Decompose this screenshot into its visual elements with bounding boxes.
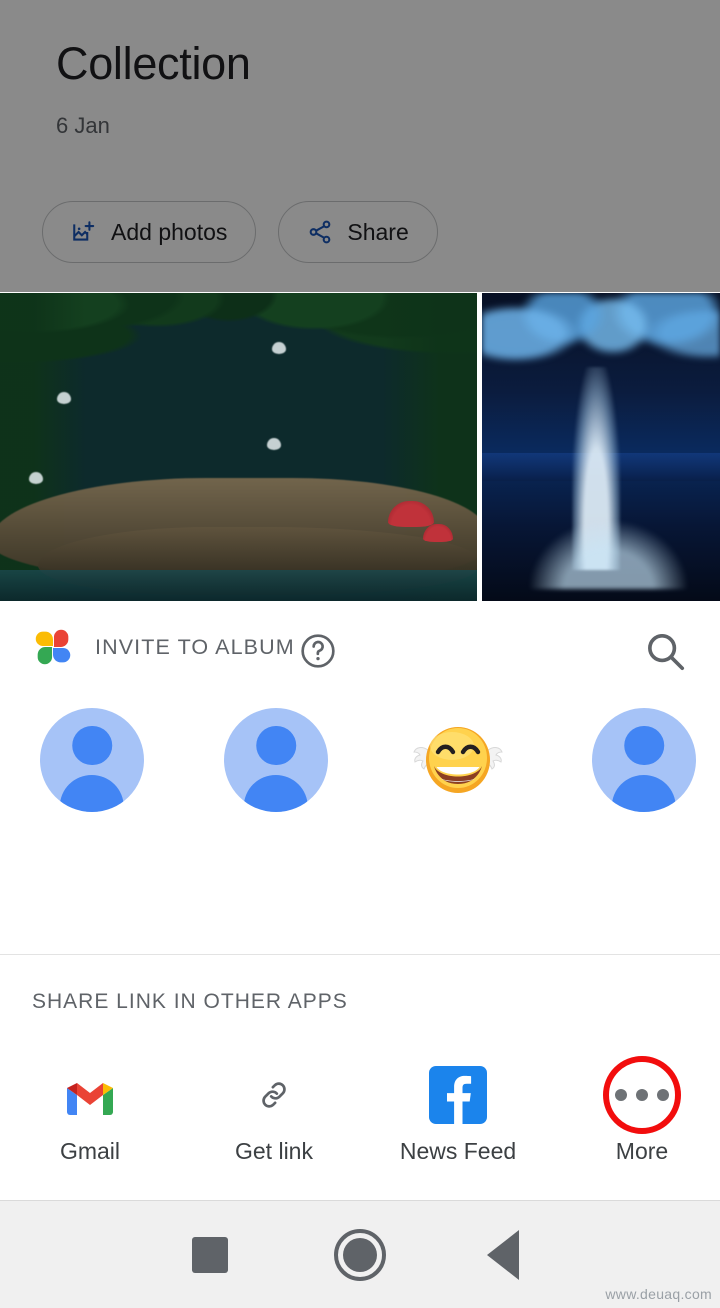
facebook-icon [378, 1056, 538, 1134]
share-bottom-sheet: INVITE TO ALBUM SHARE LINK IN OTHER APPS… [0, 601, 720, 1200]
sheet-title: INVITE TO ALBUM [95, 635, 295, 659]
share-app-get-link[interactable]: Get link [194, 1056, 354, 1165]
contact-avatar[interactable] [406, 708, 510, 812]
dim-scrim-overlay[interactable] [0, 0, 720, 292]
home-button-icon[interactable] [334, 1228, 386, 1281]
contact-avatar-row [0, 708, 720, 818]
share-apps-row: Gmail Get link News Feed More [0, 1056, 720, 1186]
section-divider [0, 954, 720, 955]
google-photos-logo-icon [30, 624, 76, 670]
share-app-label: More [615, 1138, 669, 1164]
more-horizontal-icon [615, 1089, 669, 1101]
photo-thumbnail[interactable] [482, 293, 720, 601]
android-nav-bar: www.deuaq.com [0, 1200, 720, 1308]
share-apps-heading: SHARE LINK IN OTHER APPS [32, 990, 348, 1013]
contact-avatar[interactable] [40, 708, 144, 812]
person-placeholder-icon [72, 725, 112, 766]
more-highlight-ring [603, 1056, 681, 1134]
gmail-icon [10, 1056, 170, 1134]
search-icon[interactable] [642, 628, 688, 674]
help-circle-icon[interactable] [298, 631, 338, 671]
photo-fountain-image [482, 293, 720, 601]
share-app-gmail[interactable]: Gmail [10, 1056, 170, 1165]
contact-avatar[interactable] [592, 708, 696, 812]
back-button-icon[interactable] [487, 1229, 519, 1280]
site-watermark: www.deuaq.com [605, 1286, 712, 1302]
sheet-header: INVITE TO ALBUM [0, 601, 720, 695]
person-placeholder-icon [624, 725, 664, 766]
photo-thumbnail[interactable] [0, 293, 477, 601]
share-app-news-feed[interactable]: News Feed [378, 1056, 538, 1165]
phone-screen: Collection 6 Jan Add photos Share INVITE… [0, 0, 720, 1308]
recents-button-icon[interactable] [192, 1236, 228, 1273]
photo-forest-image [0, 293, 477, 601]
share-app-more[interactable]: More [562, 1056, 720, 1165]
share-app-label: Get link [235, 1138, 313, 1164]
photo-grid [0, 293, 720, 601]
share-app-label: Gmail [59, 1138, 121, 1164]
person-placeholder-icon [256, 725, 296, 766]
link-icon [194, 1056, 354, 1134]
contact-avatar[interactable] [224, 708, 328, 812]
share-app-label: News Feed [399, 1138, 517, 1164]
emoji-grinning-icon [413, 727, 503, 793]
